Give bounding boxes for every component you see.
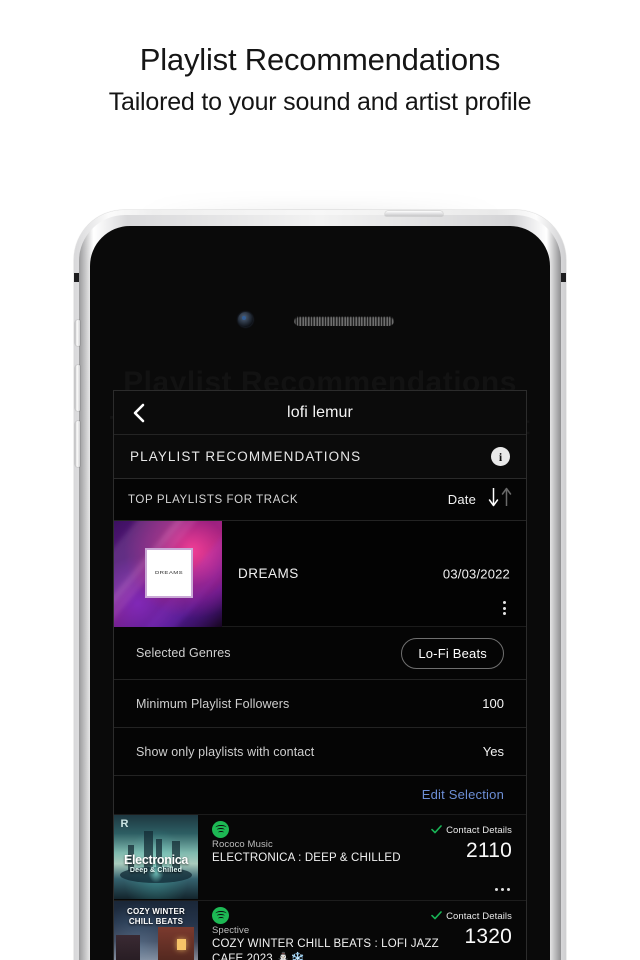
check-icon (431, 907, 442, 925)
filter-panel: Selected Genres Lo-Fi Beats Minimum Play… (114, 627, 526, 815)
playlist-follower-count: 1320 (464, 925, 512, 948)
playlist-title: ELECTRONICA : DEEP & CHILLED (212, 852, 401, 864)
back-button[interactable] (127, 402, 149, 424)
phone-frame: Playlist Recommendations Tailored to you… (74, 210, 566, 960)
phone-frame-inner: Playlist Recommendations Tailored to you… (74, 211, 566, 960)
filter-value-contact: Yes (482, 744, 504, 759)
section-header: PLAYLIST RECOMMENDATIONS i (114, 435, 526, 479)
track-date: 03/03/2022 (442, 566, 510, 581)
dot (495, 888, 498, 891)
art-title-line-2: CHILL BEATS (128, 917, 184, 926)
playlist-cover-art: R Electronica Deep & Chilled (114, 815, 198, 899)
info-icon[interactable]: i (491, 447, 510, 466)
phone-volume-down-button[interactable] (75, 421, 80, 467)
arrow-down-icon[interactable] (488, 487, 499, 512)
dot (503, 601, 506, 604)
edit-selection-row: Edit Selection (114, 775, 526, 802)
contact-details-label: Contact Details (446, 910, 512, 922)
navbar-title: lofi lemur (287, 403, 353, 421)
phone-screen-bezel: Playlist Recommendations Tailored to you… (90, 226, 550, 960)
arc (217, 917, 224, 920)
phone-power-button[interactable] (385, 211, 443, 216)
filter-label-contact: Show only playlists with contact (136, 744, 315, 759)
playlist-row[interactable]: R Electronica Deep & Chilled Rococo Musi… (114, 815, 526, 901)
screenshot-root: Playlist Recommendations Tailored to you… (0, 0, 640, 960)
track-album-art: DREAMS (114, 521, 222, 627)
phone-mute-switch[interactable] (75, 320, 80, 346)
arrow-up-icon[interactable] (501, 487, 512, 512)
dot (503, 606, 506, 610)
spotify-icon (212, 821, 229, 838)
arc (217, 831, 224, 834)
art-title: Electronica (123, 853, 189, 867)
filter-row-contact[interactable]: Show only playlists with contact Yes (114, 727, 526, 775)
track-name: DREAMS (238, 566, 299, 581)
genre-pill[interactable]: Lo-Fi Beats (401, 637, 504, 669)
art-title-line-1: COZY WINTER (126, 907, 186, 916)
chevron-left-icon (132, 403, 145, 423)
art-subtitle: Deep & Chilled (129, 867, 183, 874)
earpiece-speaker (294, 316, 394, 326)
app-screen: lofi lemur PLAYLIST RECOMMENDATIONS i TO… (113, 390, 527, 960)
playlist-follower-count: 2110 (466, 839, 512, 862)
more-vertical-icon[interactable] (503, 601, 506, 615)
contact-details-label: Contact Details (446, 824, 512, 836)
dot (503, 612, 506, 615)
track-info: DREAMS 03/03/2022 (222, 521, 526, 626)
album-art-title: DREAMS (154, 570, 184, 576)
sort-bar: TOP PLAYLISTS FOR TRACK Date (114, 479, 526, 521)
phone-volume-up-button[interactable] (75, 365, 80, 411)
sort-toggle[interactable] (488, 487, 512, 512)
edit-selection-link[interactable]: Edit Selection (422, 787, 504, 802)
filter-label-followers: Minimum Playlist Followers (136, 696, 290, 711)
page-headline: Playlist Recommendations Tailored to you… (0, 38, 640, 120)
art-window-glow (177, 939, 186, 950)
playlist-title-line-1: COZY WINTER CHILL BEATS : LOFI JAZZ CAFE… (212, 938, 439, 960)
filter-label-genres: Selected Genres (136, 646, 231, 660)
art-shape (158, 927, 194, 960)
filter-row-followers[interactable]: Minimum Playlist Followers 100 (114, 679, 526, 727)
phone-antenna-left (74, 273, 79, 282)
check-icon (431, 821, 442, 839)
playlist-info: Spective COZY WINTER CHILL BEATS : LOFI … (198, 901, 526, 960)
dot (507, 888, 510, 891)
contact-details-badge: Contact Details (431, 907, 512, 925)
filter-row-genres[interactable]: Selected Genres Lo-Fi Beats (114, 627, 526, 679)
filter-value-followers: 100 (482, 696, 504, 711)
dot (501, 888, 504, 891)
track-row[interactable]: DREAMS DREAMS 03/03/2022 (114, 521, 526, 627)
sort-field-value[interactable]: Date (448, 492, 476, 507)
spotify-icon (212, 907, 229, 924)
phone-antenna-right (561, 273, 566, 282)
playlist-row[interactable]: COZY WINTER CHILL BEATS Spective COZY WI… (114, 901, 526, 960)
playlist-cover-art: COZY WINTER CHILL BEATS (114, 901, 198, 960)
page-title: Playlist Recommendations (139, 42, 501, 77)
front-camera-icon (238, 312, 253, 327)
app-navbar: lofi lemur (114, 391, 526, 435)
section-title: PLAYLIST RECOMMENDATIONS (130, 449, 362, 464)
art-shape (116, 935, 140, 960)
sort-bar-label: TOP PLAYLISTS FOR TRACK (128, 493, 299, 506)
art-title: COZY WINTER CHILL BEATS (114, 907, 198, 927)
page-subtitle: Tailored to your sound and artist profil… (108, 88, 532, 116)
contact-details-badge: Contact Details (431, 821, 512, 839)
album-art-inner-frame: DREAMS (145, 548, 193, 598)
playlist-info: Rococo Music ELECTRONICA : DEEP & CHILLE… (198, 815, 526, 900)
art-badge: R (120, 818, 129, 830)
playlist-title: COZY WINTER CHILL BEATS : LOFI JAZZ CAFE… (212, 937, 462, 960)
more-horizontal-icon[interactable] (495, 888, 510, 891)
